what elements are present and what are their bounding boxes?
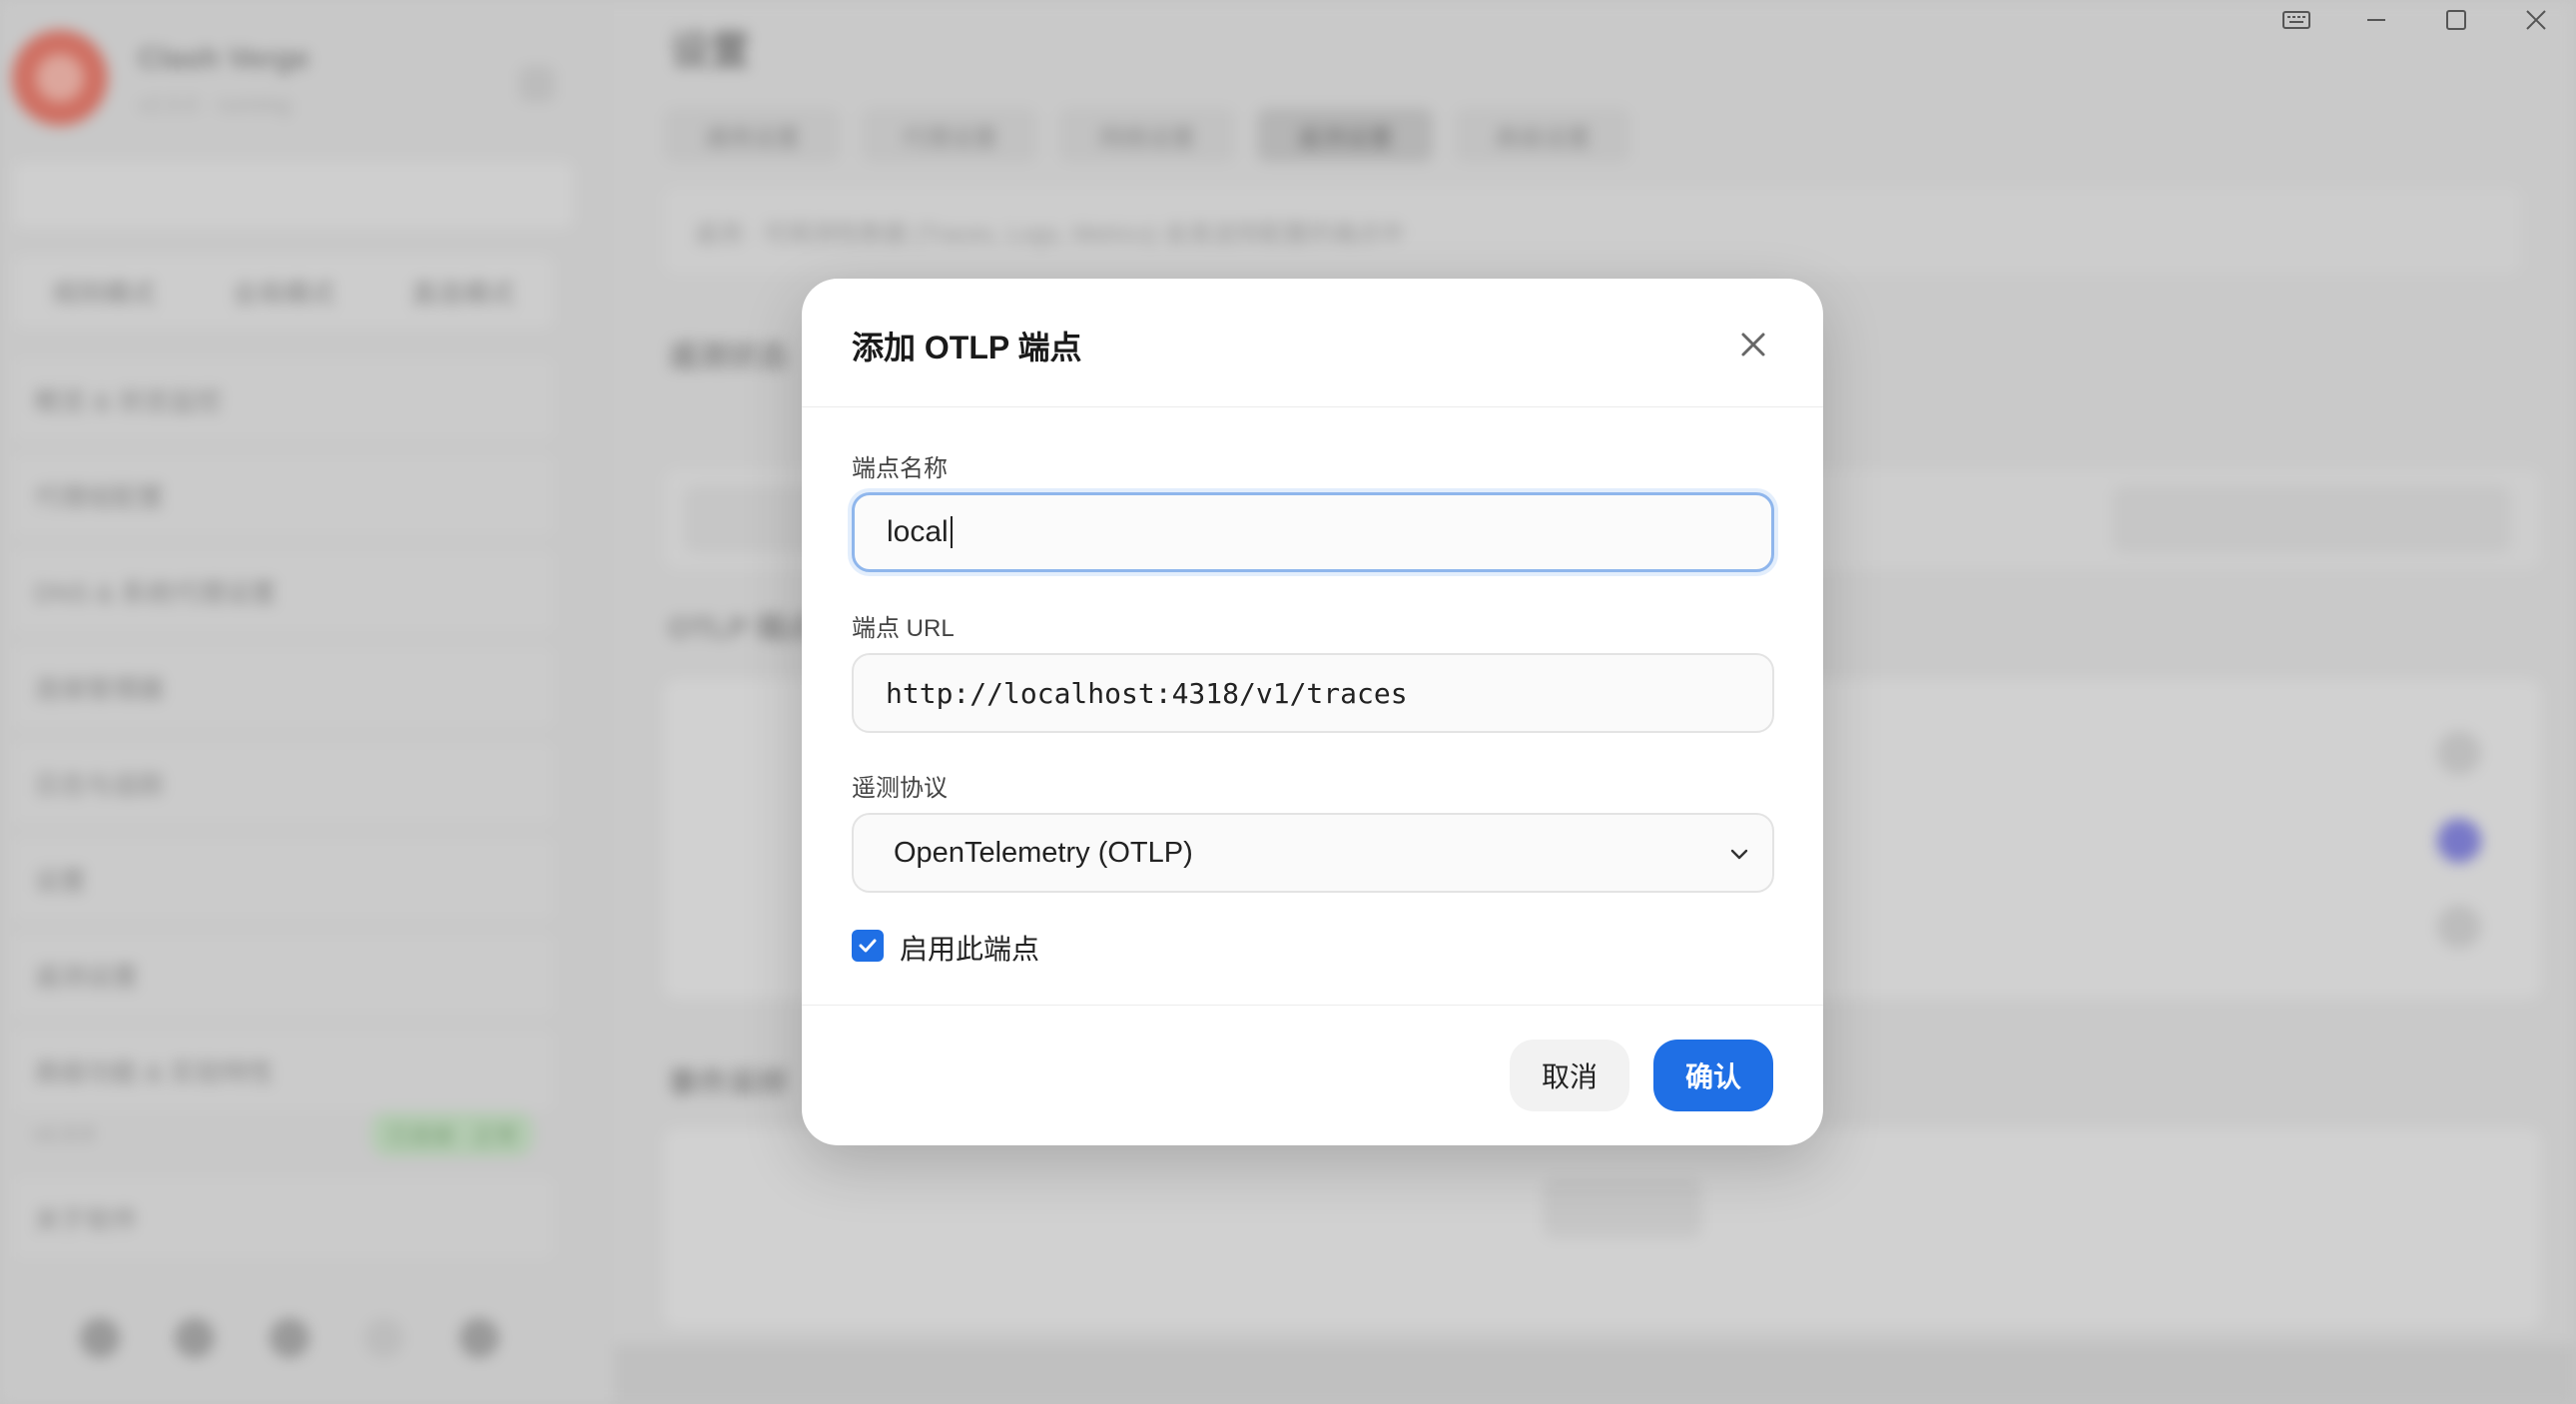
dialog-title: 添加 OTLP 端点 (852, 330, 1082, 365)
mode-tab[interactable]: 规则模式 (14, 256, 194, 328)
footer-icon[interactable] (175, 1318, 215, 1358)
sidebar-collapse-button[interactable] (519, 66, 555, 102)
status-badge: 已连接 · 正常 (371, 1112, 533, 1156)
sidebar-status: v1.0.0 已连接 · 正常 (14, 1100, 553, 1168)
protocol-value: OpenTelemetry (OTLP) (894, 836, 1193, 869)
close-icon[interactable] (2496, 0, 2576, 40)
footer-icon[interactable] (459, 1318, 499, 1358)
url-value: http://localhost:4318/v1/traces (886, 676, 1408, 710)
settings-tab[interactable]: 代理设置 (862, 108, 1037, 162)
keyboard-icon[interactable] (2256, 0, 2336, 40)
window-controls (2256, 0, 2576, 40)
checkmark-icon (859, 939, 877, 953)
dialog-close-icon[interactable] (1731, 323, 1775, 366)
sidebar-search[interactable] (14, 162, 573, 228)
minimize-icon[interactable] (2336, 0, 2416, 40)
sidebar-bottom-icons (80, 1308, 499, 1368)
footer-bar (614, 1344, 2576, 1404)
text-caret (950, 516, 953, 548)
name-value: local (887, 515, 949, 548)
section-title: 遥测状态 (668, 341, 788, 373)
cancel-button[interactable]: 取消 (1510, 1040, 1629, 1111)
sidebar-item[interactable]: 关于软件 (14, 1178, 553, 1258)
mode-tab[interactable]: 直连模式 (373, 256, 553, 328)
sidebar-nav: 概览 & 状态监控 代理组配置 DNS & 系统代理设置 连接管理器 日志与追踪… (14, 359, 553, 1126)
toggle[interactable] (2437, 819, 2481, 863)
settings-tabs: 通用设置 代理设置 网络设置 遥测设置 高级设置 (664, 108, 1630, 162)
sidebar-item[interactable]: DNS & 系统代理设置 (14, 551, 553, 631)
dialog-header: 添加 OTLP 端点 (802, 279, 1823, 407)
section-title: OTLP 端点 (668, 612, 816, 645)
maximize-icon[interactable] (2416, 0, 2496, 40)
dialog-footer: 取消 确认 (802, 1005, 1823, 1145)
protocol-select[interactable]: OpenTelemetry (OTLP) (852, 813, 1774, 893)
app-logo (12, 30, 108, 126)
add-button[interactable] (1543, 1178, 1702, 1238)
settings-tab[interactable]: 遥测设置 (1257, 108, 1433, 162)
sidebar-item[interactable]: 日志与追踪 (14, 743, 553, 823)
confirm-button[interactable]: 确认 (1653, 1040, 1773, 1111)
sampling-section (664, 1128, 2541, 1328)
sidebar-item[interactable]: 遥测设置 (14, 935, 553, 1015)
sidebar-item[interactable]: 设置 (14, 839, 553, 919)
page-title: 设置 (670, 29, 750, 73)
settings-tab[interactable]: 通用设置 (664, 108, 840, 162)
app-subtitle: v2.0.0 · running (138, 92, 291, 117)
enable-label[interactable]: 启用此端点 (900, 928, 1039, 968)
sidebar-item[interactable]: 连接管理器 (14, 647, 553, 727)
toggle[interactable] (2437, 731, 2481, 775)
footer-icon[interactable] (364, 1318, 404, 1358)
sidebar-item[interactable]: 概览 & 状态监控 (14, 359, 553, 439)
mode-tabs: 规则模式 全局模式 直连模式 (14, 256, 553, 328)
chevron-down-icon (1730, 849, 1748, 860)
sidebar: Clash Verge v2.0.0 · running 规则模式 全局模式 直… (0, 0, 614, 1404)
enable-checkbox[interactable] (852, 930, 884, 962)
mode-tab[interactable]: 全局模式 (194, 256, 373, 328)
name-label: 端点名称 (852, 455, 948, 482)
settings-tab[interactable]: 网络设置 (1059, 108, 1235, 162)
app-name: Clash Verge (138, 42, 310, 75)
endpoint-url-input[interactable]: http://localhost:4318/v1/traces (852, 653, 1774, 733)
add-endpoint-dialog: 添加 OTLP 端点 端点名称 local 端点 URL http://loca… (802, 279, 1823, 1145)
sidebar-item[interactable]: 代理组配置 (14, 455, 553, 535)
url-label: 端点 URL (852, 615, 955, 642)
protocol-label: 遥测协议 (852, 775, 948, 802)
sidebar-item[interactable]: 高级功能 & 实验特性 (14, 1031, 553, 1110)
footer-icon[interactable] (270, 1318, 310, 1358)
toggle[interactable] (2437, 905, 2481, 949)
footer-icon[interactable] (80, 1318, 120, 1358)
version-text: v1.0.0 (34, 1121, 94, 1146)
section-title: 事件采样 (668, 1067, 788, 1100)
info-banner: 遥测 · 可观测性数据 (Traces, Logs, Metrics) 会发送到… (664, 188, 2521, 274)
status-pill (2112, 485, 2511, 553)
settings-tab[interactable]: 高级设置 (1455, 108, 1630, 162)
endpoint-name-input[interactable]: local (852, 492, 1774, 572)
